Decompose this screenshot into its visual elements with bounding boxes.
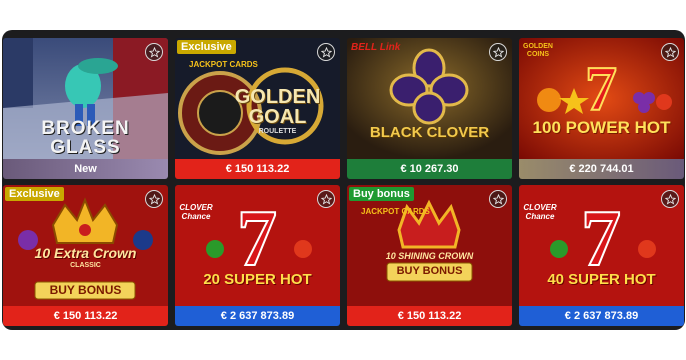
jackpot-bar: € 150 113.22	[347, 306, 512, 326]
favorite-star-icon[interactable]	[661, 43, 679, 61]
game-logo-line2: GOAL	[248, 106, 307, 128]
favorite-star-icon[interactable]	[145, 43, 163, 61]
game-thumbnail: Exclusive 10 Extra Crown CLASSIC BUY BON…	[3, 185, 168, 306]
jackpot-bar: € 2 637 873.89	[519, 306, 684, 326]
game-logo-line2: GLASS	[50, 137, 121, 158]
new-label: New	[74, 163, 97, 175]
game-thumbnail: 7 GOLDEN COINS 100 POWER HOT	[519, 38, 684, 159]
jackpot-amount: € 2 637 873.89	[220, 310, 295, 322]
game-logo: BLACK CLOVER	[369, 124, 490, 141]
game-thumbnail: 7 CLOVER Chance 40 SUPER HOT	[519, 185, 684, 306]
game-tile-40-super-hot[interactable]: 7 CLOVER Chance 40 SUPER HOT € 2 637 873…	[519, 185, 684, 326]
game-tile-10-extra-crown[interactable]: Exclusive 10 Extra Crown CLASSIC BUY BON…	[3, 185, 168, 326]
clover-chance-logo: CLOVER Chance	[523, 203, 557, 221]
buy-bonus-label: BUY BONUS	[396, 265, 463, 277]
favorite-star-icon[interactable]	[489, 190, 507, 208]
game-thumbnail: Exclusive JACKPOT CARDS GOLDEN GOAL ROUL…	[175, 38, 340, 159]
game-tile-10-shining-crown[interactable]: Buy bonus JACKPOT CARDS 10 SHINING CROWN…	[347, 185, 512, 326]
jackpot-bar: € 220 744.01	[519, 159, 684, 179]
game-thumbnail: BELL Link BLACK CLOVER	[347, 38, 512, 159]
jackpot-amount: € 150 113.22	[225, 163, 290, 175]
clover-chance-logo: CLOVER Chance	[179, 203, 213, 221]
favorite-star-icon[interactable]	[317, 43, 335, 61]
game-label-bar: New	[3, 159, 168, 179]
game-thumbnail: Buy bonus JACKPOT CARDS 10 SHINING CROWN…	[347, 185, 512, 306]
favorite-star-icon[interactable]	[489, 43, 507, 61]
svg-text:7: 7	[581, 195, 621, 283]
buy-bonus-badge: Buy bonus	[349, 187, 414, 201]
jackpot-cards-logo: JACKPOT CARDS	[189, 60, 258, 69]
favorite-star-icon[interactable]	[317, 190, 335, 208]
game-logo-sub: ROULETTE	[258, 128, 297, 135]
game-thumbnail: BROKEN GLASS	[3, 38, 168, 159]
game-tile-golden-goal[interactable]: Exclusive JACKPOT CARDS GOLDEN GOAL ROUL…	[175, 38, 340, 179]
game-tile-20-super-hot[interactable]: 7 CLOVER Chance 20 SUPER HOT € 2 637 873…	[175, 185, 340, 326]
jackpot-amount: € 150 113.22	[397, 310, 462, 322]
favorite-star-icon[interactable]	[661, 190, 679, 208]
game-tile-broken-glass[interactable]: BROKEN GLASS New	[3, 38, 168, 179]
game-logo: 20 SUPER HOT	[203, 271, 312, 288]
golden-coins-logo: GOLDEN COINS	[523, 43, 553, 58]
bell-link-logo: BELL Link	[351, 42, 401, 53]
svg-text:7: 7	[585, 53, 617, 124]
jackpot-amount: € 150 113.22	[53, 310, 118, 322]
game-logo-line1: 10 SHINING CROWN	[385, 251, 474, 261]
favorite-star-icon[interactable]	[145, 190, 163, 208]
game-thumbnail: 7 CLOVER Chance 20 SUPER HOT	[175, 185, 340, 306]
jackpot-bar: € 150 113.22	[3, 306, 168, 326]
game-logo-line1: 10 Extra Crown	[34, 245, 137, 261]
jackpot-amount: € 10 267.30	[400, 163, 459, 175]
jackpot-bar: € 2 637 873.89	[175, 306, 340, 326]
exclusive-badge: Exclusive	[5, 187, 64, 201]
svg-text:7: 7	[237, 195, 277, 283]
jackpot-cards-logo: JACKPOT CARDS	[361, 207, 430, 216]
game-logo-sub: CLASSIC	[70, 262, 101, 269]
jackpot-amount: € 220 744.01	[569, 163, 634, 175]
exclusive-badge: Exclusive	[177, 40, 236, 54]
game-tile-100-power-hot[interactable]: 7 GOLDEN COINS 100 POWER HOT € 220 744.0…	[519, 38, 684, 179]
buy-bonus-label: BUY BONUS	[49, 283, 122, 297]
jackpot-bar: € 10 267.30	[347, 159, 512, 179]
game-logo: 40 SUPER HOT	[547, 271, 656, 288]
game-logo: 100 POWER HOT	[532, 118, 671, 137]
game-grid-panel: BROKEN GLASS New Exclusive JACKPOT CARDS…	[2, 30, 685, 330]
jackpot-bar: € 150 113.22	[175, 159, 340, 179]
game-tile-black-clover[interactable]: BELL Link BLACK CLOVER € 10 267.30	[347, 38, 512, 179]
jackpot-amount: € 2 637 873.89	[564, 310, 639, 322]
